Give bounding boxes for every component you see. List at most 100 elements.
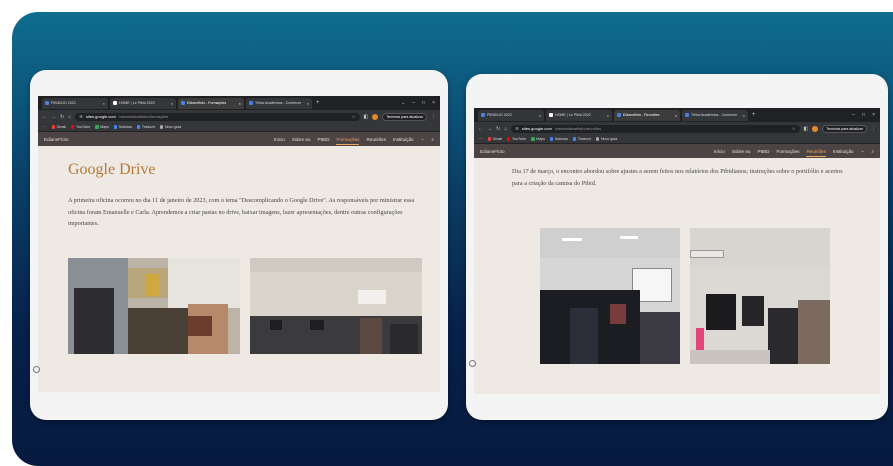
tablet-screen-left: PIBID/UG 2022 × HOME | Le Pibid 2022 × Edi… [38,96,440,392]
chevron-down-icon[interactable]: ⌄ [421,136,425,142]
page-paragraph: A primeira oficina ocorreu no dia 11 de … [68,197,415,227]
address-input[interactable]: ☰ sites.google.com/view/edianefloto/form… [75,112,360,121]
globe-icon [595,137,600,141]
nav-instituicao[interactable]: Instituição [833,149,854,154]
minimize-icon[interactable]: – [412,100,415,106]
close-icon[interactable]: × [872,112,875,118]
new-tab-icon[interactable]: + [752,112,756,118]
youtube-icon [70,125,75,129]
computer-lab-photo [690,228,830,364]
nav-formacoes[interactable]: Formações [776,149,799,154]
apps-icon[interactable]: ⋯ [479,137,483,141]
favicon-icon [45,101,49,105]
back-icon[interactable]: ← [478,126,483,132]
apps-icon[interactable]: ⋯ [43,125,47,129]
forward-icon[interactable]: → [51,114,56,120]
nav-pibid[interactable]: PIBID [757,149,769,154]
site-page: Dia 17 de março, o encontro abordou sobr… [474,158,880,394]
browser-tab[interactable]: PIBID/UG 2022 × [478,109,544,121]
home-icon[interactable]: ⌂ [504,126,507,132]
gmail-icon [51,125,56,129]
tablet-home-button[interactable] [469,360,476,367]
extensions-icon[interactable]: ◧ [804,126,809,132]
profile-avatar[interactable] [372,113,379,120]
site-brand[interactable]: EdianeFloto [480,149,505,154]
bookmark-item[interactable]: Maps [531,137,545,141]
profile-avatar[interactable] [812,125,819,132]
bookmark-item[interactable]: Traduzir [136,125,155,129]
bookmark-item[interactable]: Notícias [549,137,568,141]
page-paragraph: Dia 17 de março, o encontro abordou sobr… [512,168,843,187]
nav-reunioes[interactable]: Reuniões [806,149,827,157]
browser-tab[interactable]: Trilha Acadêmica - Conhecer × [246,97,312,109]
classroom-photo [250,258,422,354]
close-tab-icon[interactable]: × [171,101,173,106]
browser-tab[interactable]: HOME | Le Pibid 2022 × [110,97,176,109]
browser-tab-active[interactable]: Edianefloto - Reuniões × [614,109,680,121]
close-tab-icon[interactable]: × [239,101,241,106]
tablet-home-button[interactable] [33,366,40,373]
nav-formacoes[interactable]: Formações [336,137,359,145]
maximize-icon[interactable]: □ [422,100,425,106]
nav-inicio[interactable]: Início [714,149,725,154]
site-info-icon[interactable]: ☰ [79,114,83,119]
close-tab-icon[interactable]: × [607,113,609,118]
close-tab-icon[interactable]: × [539,113,541,118]
browser-tab[interactable]: PIBID/UG 2022 × [42,97,108,109]
nav-instituicao[interactable]: Instituição [393,137,414,142]
close-tab-icon[interactable]: × [743,113,745,118]
nav-inicio[interactable]: Início [274,137,285,142]
minimize-icon[interactable]: – [852,112,855,118]
maps-icon [95,125,99,129]
favicon-icon [113,101,117,105]
nav-sobre-eu[interactable]: Sobre eu [732,149,751,154]
close-tab-icon[interactable]: × [307,101,309,106]
browser-tab[interactable]: Trilha Acadêmica - Conhecer × [682,109,748,121]
search-icon[interactable]: ⌕ [431,137,434,142]
search-icon[interactable]: ⌕ [871,149,874,154]
star-icon[interactable]: ☆ [792,126,800,131]
url-bar: ← → ↻ ⌂ ☰ sites.google.com/view/edianefl… [474,122,880,135]
slide-background: PIBID/UG 2022 × HOME | Le Pibid 2022 × Edi… [12,12,893,466]
bookmark-item[interactable]: Notícias [113,125,132,129]
close-tab-icon[interactable]: × [103,101,105,106]
bookmark-item[interactable]: Gmail [487,137,502,141]
address-input[interactable]: ☰ sites.google.com/view/edianefloto/reun… [511,124,800,133]
nav-sobre-eu[interactable]: Sobre eu [292,137,311,142]
star-icon[interactable]: ☆ [352,114,360,119]
extensions-icon[interactable]: ◧ [364,114,369,120]
chevron-down-icon[interactable]: ⌄ [861,148,865,154]
close-icon[interactable]: × [432,100,435,106]
chevron-down-icon[interactable]: ⌄ [401,100,405,106]
browser-tab[interactable]: HOME | Le Pibid 2022 × [546,109,612,121]
home-icon[interactable]: ⌂ [68,114,71,120]
bookmark-item[interactable]: Traduzir [572,137,591,141]
update-button[interactable]: Terminar para atualizar [822,124,867,133]
forward-icon[interactable]: → [487,126,492,132]
reload-icon[interactable]: ↻ [60,114,64,120]
close-tab-icon[interactable]: × [675,113,677,118]
nav-pibid[interactable]: PIBID [317,137,329,142]
update-button[interactable]: Terminar para atualizar [382,112,427,121]
bookmark-item[interactable]: YouTube [70,125,90,129]
new-tab-icon[interactable]: + [316,100,320,106]
reload-icon[interactable]: ↻ [496,126,500,132]
back-icon[interactable]: ← [42,114,47,120]
site-info-icon[interactable]: ☰ [515,126,519,131]
site-brand[interactable]: EdianeFloto [44,137,69,142]
bookmark-item[interactable]: Gmail [51,125,66,129]
site-navigation: EdianeFloto Início Sobre eu PIBID Formaç… [38,132,440,146]
browser-tab-active[interactable]: Edianefloto - Formações × [178,97,244,109]
bookmark-item[interactable]: Maps [95,125,109,129]
bookmark-item[interactable]: YouTube [506,137,526,141]
bookmark-item[interactable]: Novo guia [595,137,617,141]
nav-reunioes[interactable]: Reuniões [366,137,385,142]
bookmark-item[interactable]: Novo guia [159,125,181,129]
meeting-photo [540,228,680,364]
page-title: Google Drive [68,161,156,178]
maximize-icon[interactable]: □ [862,112,865,118]
menu-icon[interactable]: ⋮ [431,114,436,120]
favicon-icon [617,113,621,117]
menu-icon[interactable]: ⋮ [871,126,876,132]
favicon-icon [685,113,689,117]
